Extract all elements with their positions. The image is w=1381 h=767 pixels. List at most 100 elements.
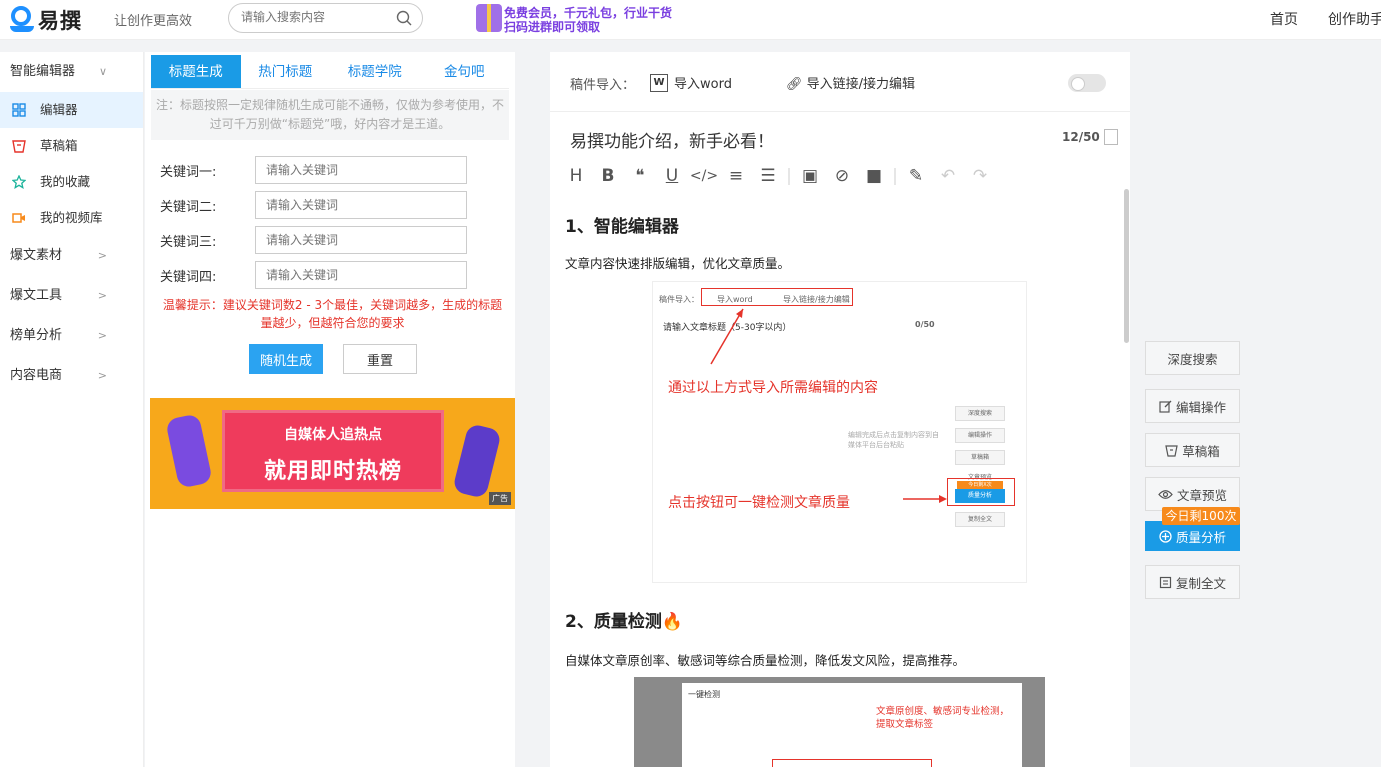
shot1-btn: 深度搜索 bbox=[955, 406, 1005, 421]
tab-hot-titles[interactable]: 热门标题 bbox=[241, 55, 331, 88]
article-preview-label: 文章预览 bbox=[1177, 485, 1227, 504]
sidebar-group-label: 内容电商 bbox=[10, 368, 62, 383]
gift-icon bbox=[476, 4, 502, 32]
app-root: 易撰 让创作更高效 免费会员，千元礼包，行业干货 扫码进群即可领取 首页 创作助… bbox=[0, 0, 1381, 767]
import-bar: 稿件导入： W 导入word 🔗︎ 导入链接/接力编辑 bbox=[550, 52, 1130, 112]
top-nav: 首页 创作助手 bbox=[1270, 9, 1381, 29]
heading-button[interactable]: H bbox=[560, 164, 592, 188]
ad-line1: 自媒体人追热点 bbox=[225, 424, 441, 444]
editor-content[interactable]: 1、智能编辑器 文章内容快速排版编辑，优化文章质量。 稿件导入： 导入word … bbox=[565, 202, 1110, 767]
sidebar-item-favorites[interactable]: 我的收藏 bbox=[0, 164, 143, 200]
underline-button[interactable]: U bbox=[656, 164, 688, 188]
article-preview-button[interactable]: 文章预览 bbox=[1145, 477, 1240, 511]
nav-assistant[interactable]: 创作助手 bbox=[1328, 9, 1381, 29]
sidebar-group-tools[interactable]: 爆文工具 > bbox=[0, 276, 143, 316]
sidebar-group-rankings[interactable]: 榜单分析 > bbox=[0, 316, 143, 356]
reset-button[interactable]: 重置 bbox=[343, 344, 417, 374]
keyword-label: 关键词四: bbox=[160, 266, 255, 285]
sidebar-group-label: 智能编辑器 bbox=[10, 64, 75, 79]
shot2-dialog-title: 一键检测 bbox=[688, 689, 720, 700]
tab-title-generate[interactable]: 标题生成 bbox=[151, 55, 241, 88]
sidebar: 智能编辑器 ∨ 编辑器 草稿箱 我的收藏 我的视频库 爆文素材 > 爆文工具 >… bbox=[0, 52, 144, 767]
title-note: 注：标题按照一定规律随机生成可能不通畅，仅做为参考使用，不过可千万别做“标题党”… bbox=[151, 90, 509, 140]
keyword-label: 关键词三: bbox=[160, 231, 255, 250]
sidebar-item-editor[interactable]: 编辑器 bbox=[0, 92, 143, 128]
ad-board: 自媒体人追热点 就用即时热榜 bbox=[222, 410, 444, 492]
screenshot-quality-check: 一键检测 文章原创度、敏感词专业检测，提取文章标签 bbox=[634, 677, 1045, 767]
shot1-side-note: 编辑完成后点击复制内容到自媒体平台后台粘贴 bbox=[848, 430, 943, 450]
quality-analysis-button[interactable]: 质量分析 bbox=[1145, 521, 1240, 551]
tab-golden-sentences[interactable]: 金句吧 bbox=[420, 55, 510, 88]
dancer-figure-left bbox=[165, 413, 213, 489]
editor-scrollbar[interactable] bbox=[1124, 189, 1129, 343]
chevron-right-icon: > bbox=[98, 276, 107, 316]
video-button[interactable]: ■ bbox=[858, 164, 890, 188]
keyword-input-4[interactable] bbox=[255, 261, 467, 289]
drafts-button[interactable]: 草稿箱 bbox=[1145, 433, 1240, 467]
copy-title-icon[interactable] bbox=[1104, 129, 1118, 145]
import-toggle[interactable] bbox=[1068, 74, 1106, 92]
sidebar-item-label: 我的收藏 bbox=[40, 174, 90, 189]
logo[interactable]: 易撰 bbox=[10, 5, 82, 35]
ordered-list-button[interactable]: ≡ bbox=[720, 164, 752, 188]
deep-search-button[interactable]: 深度搜索 bbox=[1145, 341, 1240, 375]
article-title[interactable]: 易撰功能介绍，新手必看！ bbox=[570, 127, 774, 152]
ad-line2: 就用即时热榜 bbox=[225, 453, 441, 485]
toolbar-divider: | bbox=[890, 164, 900, 188]
grid-icon bbox=[12, 103, 26, 117]
bold-button[interactable]: B bbox=[592, 164, 624, 188]
screenshot-editor-guide: 稿件导入： 导入word 导入链接/接力编辑 请输入文章标题（5-30字以内） … bbox=[652, 281, 1027, 583]
shot1-btn: 草稿箱 bbox=[955, 450, 1005, 465]
unordered-list-button[interactable]: ☰ bbox=[752, 164, 784, 188]
shot1-import-label: 稿件导入： bbox=[659, 294, 699, 305]
eye-icon bbox=[1158, 489, 1173, 500]
keyword-input-3[interactable] bbox=[255, 226, 467, 254]
copy-all-label: 复制全文 bbox=[1176, 573, 1226, 592]
import-word-button[interactable]: W 导入word bbox=[650, 73, 732, 92]
logo-icon bbox=[10, 6, 34, 34]
chevron-right-icon: > bbox=[98, 236, 107, 276]
undo-button[interactable]: ↶ bbox=[932, 164, 964, 188]
title-panel: 标题生成 热门标题 标题学院 金句吧 注：标题按照一定规律随机生成可能不通畅，仅… bbox=[145, 52, 515, 767]
sidebar-item-label: 草稿箱 bbox=[40, 138, 78, 153]
editor-panel: 稿件导入： W 导入word 🔗︎ 导入链接/接力编辑 易撰功能介绍，新手必看！… bbox=[550, 52, 1130, 767]
shot1-btn: 复制全文 bbox=[955, 512, 1005, 527]
clear-format-button[interactable]: ✎ bbox=[900, 164, 932, 188]
random-generate-button[interactable]: 随机生成 bbox=[249, 344, 323, 374]
ad-banner[interactable]: 自媒体人追热点 就用即时热榜 广告 bbox=[150, 398, 515, 509]
section1-text: 文章内容快速排版编辑，优化文章质量。 bbox=[565, 253, 790, 272]
keyword-input-2[interactable] bbox=[255, 191, 467, 219]
search-box[interactable] bbox=[228, 3, 423, 33]
search-input[interactable] bbox=[241, 10, 391, 24]
nav-home[interactable]: 首页 bbox=[1270, 9, 1298, 29]
code-button[interactable]: </> bbox=[688, 164, 720, 188]
chevron-right-icon: > bbox=[98, 316, 107, 356]
sidebar-group-materials[interactable]: 爆文素材 > bbox=[0, 236, 143, 276]
toolbar-divider: | bbox=[784, 164, 794, 188]
promo-banner[interactable]: 免费会员，千元礼包，行业干货 扫码进群即可领取 bbox=[476, 2, 706, 36]
quote-button[interactable]: ❝ bbox=[624, 164, 656, 188]
logo-text: 易撰 bbox=[38, 5, 82, 35]
copy-all-button[interactable]: 复制全文 bbox=[1145, 565, 1240, 599]
sidebar-group-label: 爆文工具 bbox=[10, 288, 62, 303]
keyword-input-1[interactable] bbox=[255, 156, 467, 184]
import-link-button[interactable]: 🔗︎ 导入链接/接力编辑 bbox=[786, 73, 915, 92]
tab-title-academy[interactable]: 标题学院 bbox=[330, 55, 420, 88]
edit-operation-label: 编辑操作 bbox=[1176, 397, 1226, 416]
edit-operation-button[interactable]: 编辑操作 bbox=[1145, 389, 1240, 423]
link-button[interactable]: ⊘ bbox=[826, 164, 858, 188]
promo-line2: 扫码进群即可领取 bbox=[504, 18, 600, 35]
sidebar-group-editor[interactable]: 智能编辑器 ∨ bbox=[0, 52, 143, 92]
import-word-label: 导入word bbox=[674, 73, 732, 92]
shot1-caption1: 通过以上方式导入所需编辑的内容 bbox=[668, 377, 878, 397]
redo-button[interactable]: ↷ bbox=[964, 164, 996, 188]
search-icon[interactable] bbox=[396, 10, 412, 26]
keyword-row-4: 关键词四: bbox=[160, 261, 467, 289]
image-button[interactable]: ▣ bbox=[794, 164, 826, 188]
section2-text: 自媒体文章原创率、敏感词等综合质量检测，降低发文风险，提高推荐。 bbox=[565, 650, 965, 669]
draft-icon bbox=[1165, 444, 1178, 457]
sidebar-group-ecommerce[interactable]: 内容电商 > bbox=[0, 356, 143, 396]
draft-icon bbox=[12, 139, 26, 153]
sidebar-item-drafts[interactable]: 草稿箱 bbox=[0, 128, 143, 164]
sidebar-item-videos[interactable]: 我的视频库 bbox=[0, 200, 143, 236]
